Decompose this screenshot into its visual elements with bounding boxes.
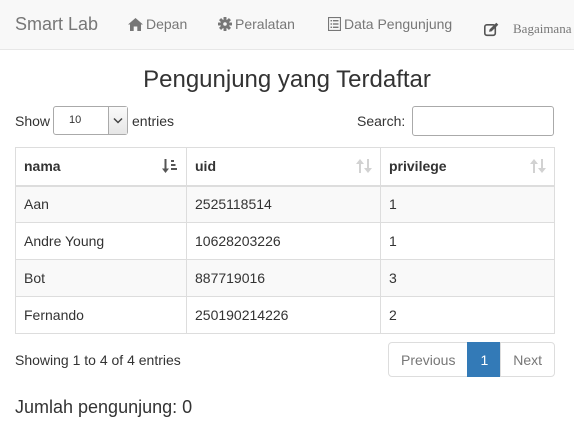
cell-uid: 250190214226 (186, 296, 381, 334)
visitors-table: nama uid privilege Aan 2525118514 1 Andr… (15, 147, 555, 334)
table-header-row: nama uid privilege (15, 147, 555, 187)
visitor-count: Jumlah pengunjung: 0 (15, 397, 193, 417)
entries-label: entries (132, 113, 175, 129)
nav-item-depan[interactable]: Depan (128, 16, 187, 32)
pagination: Previous 1 Next (388, 342, 556, 377)
cell-privilege: 2 (380, 296, 555, 334)
home-icon (128, 17, 143, 31)
cell-uid: 2525118514 (186, 185, 381, 223)
nav-item-peralatan[interactable]: Peralatan (218, 16, 295, 32)
column-header-label: nama (24, 158, 61, 175)
cell-nama: Bot (15, 259, 187, 297)
sort-ascending-icon (162, 159, 178, 173)
sort-icon (530, 159, 546, 173)
cell-privilege: 3 (380, 259, 555, 297)
cell-uid: 10628203226 (186, 222, 381, 260)
page-title: Pengunjung yang Terdaftar (143, 66, 431, 93)
cell-nama: Fernando (15, 296, 187, 334)
nav-item-label: Peralatan (235, 16, 295, 32)
table-row: Fernando 250190214226 2 (15, 296, 555, 334)
cell-nama: Andre Young (15, 222, 187, 260)
search-input[interactable] (412, 106, 554, 136)
edit-icon (484, 22, 499, 37)
chevron-down-icon (108, 107, 127, 134)
entries-length-select[interactable]: 10 (53, 106, 128, 135)
cell-privilege: 1 (380, 185, 555, 223)
cell-privilege: 1 (380, 222, 555, 260)
table-row: Bot 887719016 3 (15, 259, 555, 297)
gear-icon (218, 17, 232, 31)
nav-item-label: Depan (146, 16, 188, 32)
page-button-current[interactable]: 1 (467, 342, 502, 377)
column-header-label: uid (195, 158, 216, 175)
previous-page-button[interactable]: Previous (388, 342, 469, 377)
brand-link[interactable]: Smart Lab (15, 14, 98, 35)
next-page-button[interactable]: Next (500, 342, 556, 377)
search-label: Search: (357, 113, 406, 129)
column-header-nama[interactable]: nama (15, 147, 187, 187)
top-navbar: Smart Lab Depan Peralatan Data Pengunjun… (0, 0, 574, 50)
sort-icon (356, 159, 372, 173)
table-info: Showing 1 to 4 of 4 entries (15, 352, 181, 368)
table-row: Aan 2525118514 1 (15, 185, 555, 223)
nav-item-bagaimana[interactable]: Bagaimana (484, 21, 571, 37)
column-header-uid[interactable]: uid (186, 147, 381, 187)
nav-item-label: Bagaimana (513, 21, 572, 36)
table-row: Andre Young 10628203226 1 (15, 222, 555, 260)
list-icon (328, 17, 341, 31)
show-label: Show (15, 113, 51, 129)
cell-nama: Aan (15, 185, 187, 223)
cell-uid: 887719016 (186, 259, 381, 297)
nav-item-label: Data Pengunjung (344, 16, 453, 32)
column-header-label: privilege (389, 158, 447, 175)
column-header-privilege[interactable]: privilege (380, 147, 555, 187)
nav-item-data-pengunjung[interactable]: Data Pengunjung (328, 16, 452, 32)
entries-length-value: 10 (69, 114, 82, 126)
